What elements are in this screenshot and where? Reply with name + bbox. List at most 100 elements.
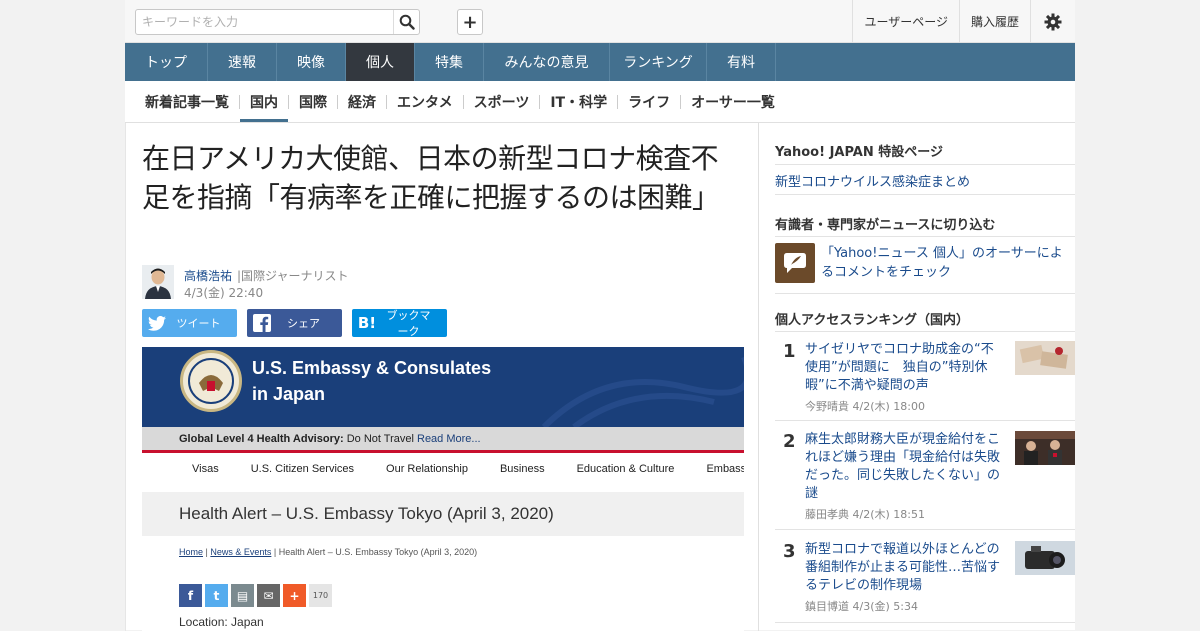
rank-title[interactable]: 麻生太郎財務大臣が現金給付をこれほど嫌う理由「現金給付は失敗だった。同じ失敗した… [805,431,1005,503]
covid-summary-link[interactable]: 新型コロナウイルス感染症まとめ [775,171,970,190]
nav-opinions[interactable]: みんなの意見 [484,43,610,81]
author-title: |国際ジャーナリスト [237,269,349,283]
rank-thumbnail [1015,541,1075,575]
email-icon: ✉ [257,584,280,607]
rank-thumbnail [1015,431,1075,465]
advisory-label: Global Level 4 Health Advisory: [179,433,344,445]
search-icon [399,14,415,30]
rank-meta: 鎮目博道 4/3(金) 5:34 [805,600,918,613]
rank-title[interactable]: 新型コロナで報道以外ほとんどの番組制作が止まる可能性…苦悩するテレビの制作現場 [805,541,1005,595]
author-photo [142,265,174,299]
embassy-title-line-2: in Japan [252,384,326,404]
search-box [135,9,420,35]
facebook-icon [247,314,277,332]
nav-paid[interactable]: 有料 [707,43,776,81]
advisory-read-more: Read More... [417,433,481,445]
embassy-breadcrumb: Home | News & Events | Health Alert – U.… [179,547,478,557]
gear-icon [1044,13,1062,30]
subnav-domestic[interactable]: 国内 [240,81,288,122]
advisory-text: Do Not Travel [343,433,417,445]
twitter-icon: t [205,584,228,607]
embassy-nav-item: Embassy & Co [706,463,744,475]
rank-thumbnail [1015,341,1075,375]
subnav-life[interactable]: ライフ [618,81,680,122]
embassy-nav: Visas U.S. Citizen Services Our Relation… [142,463,744,485]
health-advisory-bar: Global Level 4 Health Advisory: Do Not T… [142,427,744,453]
nav-ranking[interactable]: ランキング [610,43,707,81]
embassy-nav-item: Visas [192,463,219,475]
user-page-link[interactable]: ユーザーページ [852,0,959,43]
ranking-heading: 個人アクセスランキング（国内） [775,313,969,328]
divider [775,622,1075,623]
crumb-home: Home [179,547,204,557]
nav-breaking[interactable]: 速報 [208,43,277,81]
embassy-title-line-1: U.S. Embassy & Consulates [252,358,492,378]
experts-heading: 有識者・専門家がニュースに切り込む [775,218,996,233]
author-comments-link[interactable]: 「Yahoo!ニュース 個人」のオーサーによるコメントをチェック [821,244,1071,282]
comment-feather-icon[interactable] [775,243,815,283]
rank-number: 3 [783,541,796,562]
embassy-nav-item: Our Relationship [386,463,468,475]
divider [775,529,1075,530]
crumb-news: News & Events [210,547,272,557]
embassy-nav-item: U.S. Citizen Services [250,463,355,475]
subnav-international[interactable]: 国際 [289,81,337,122]
rank-meta: 藤田孝典 4/2(木) 18:51 [805,508,925,521]
print-icon: ▤ [231,584,254,607]
subnav-economy[interactable]: 経済 [338,81,386,122]
embassy-nav-item: Business [499,463,545,475]
article-headline: 在日アメリカ大使館、日本の新型コロナ検査不足を指摘「有病率を正確に把握するのは困… [142,142,720,214]
embassy-header: U.S. Embassy & Consulates in Japan [142,347,744,427]
nav-personal[interactable]: 個人 [346,43,415,81]
facebook-share-button[interactable]: シェア [247,309,342,337]
tweet-button[interactable]: ツイート [142,309,237,337]
special-pages-heading: Yahoo! JAPAN 特設ページ [775,145,944,160]
top-bar: + ユーザーページ 購入履歴 [125,0,1075,43]
hatena-bookmark-label: ブックマーク [386,309,431,338]
article: 在日アメリカ大使館、日本の新型コロナ検査不足を指摘「有病率を正確に把握するのは困… [125,123,759,631]
embassy-location: Location: Japan [179,615,264,629]
author-name[interactable]: 高橋浩祐 [184,267,232,284]
facebook-icon: f [179,584,202,607]
rank-meta: 今野晴貴 4/2(木) 18:00 [805,400,925,413]
article-image[interactable]: U.S. Embassy & Consulates in Japan Globa… [142,347,744,631]
divider [775,420,1075,421]
divider [775,194,1075,195]
subnav-it-science[interactable]: IT・科学 [540,81,617,122]
subnav-authors[interactable]: オーサー一覧 [681,81,785,122]
embassy-title: U.S. Embassy & Consulates in Japan [252,355,491,407]
subnav-sports[interactable]: スポーツ [464,81,540,122]
hatena-bookmark-button[interactable]: B! ブックマーク [352,309,447,338]
content-area: 在日アメリカ大使館、日本の新型コロナ検査不足を指摘「有病率を正確に把握するのは困… [125,122,1075,631]
nav-video[interactable]: 映像 [277,43,346,81]
plus-icon: + [462,11,478,33]
search-input[interactable] [136,10,376,34]
rank-number: 2 [783,431,796,452]
divider [775,293,1075,294]
embassy-seal-icon [180,350,242,412]
add-button[interactable]: + [457,9,483,35]
nav-top[interactable]: トップ [125,43,208,81]
sub-nav: 新着記事一覧 国内 国際 経済 エンタメ スポーツ IT・科学 ライフ オーサー… [125,81,1075,122]
health-alert-title: Health Alert – U.S. Embassy Tokyo (April… [142,492,744,536]
settings-button[interactable] [1030,0,1075,43]
hatena-b-icon: B! [357,314,377,332]
embassy-share-icons: f t ▤ ✉ + 170 [179,584,332,607]
tweet-label: ツイート [176,317,221,330]
twitter-icon [142,315,172,331]
plus-share-icon: + [283,584,306,607]
facebook-share-label: シェア [287,317,320,330]
subnav-latest[interactable]: 新着記事一覧 [135,81,239,122]
rank-number: 1 [783,341,796,362]
nav-features[interactable]: 特集 [415,43,484,81]
purchase-history-link[interactable]: 購入履歴 [958,0,1030,43]
avatar[interactable] [142,265,174,299]
divider [775,236,1075,237]
divider [775,164,1075,165]
subnav-entertainment[interactable]: エンタメ [387,81,463,122]
main-nav: トップ 速報 映像 個人 特集 みんなの意見 ランキング 有料 [125,43,1075,81]
crumb-current: | Health Alert – U.S. Embassy Tokyo (Apr… [271,547,478,557]
post-date: 4/3(金) 22:40 [184,286,264,300]
search-button[interactable] [393,10,419,34]
rank-title[interactable]: サイゼリヤでコロナ助成金の“不使用”が問題に 独自の”特別休暇”に不満や疑問の声 [805,341,1005,395]
